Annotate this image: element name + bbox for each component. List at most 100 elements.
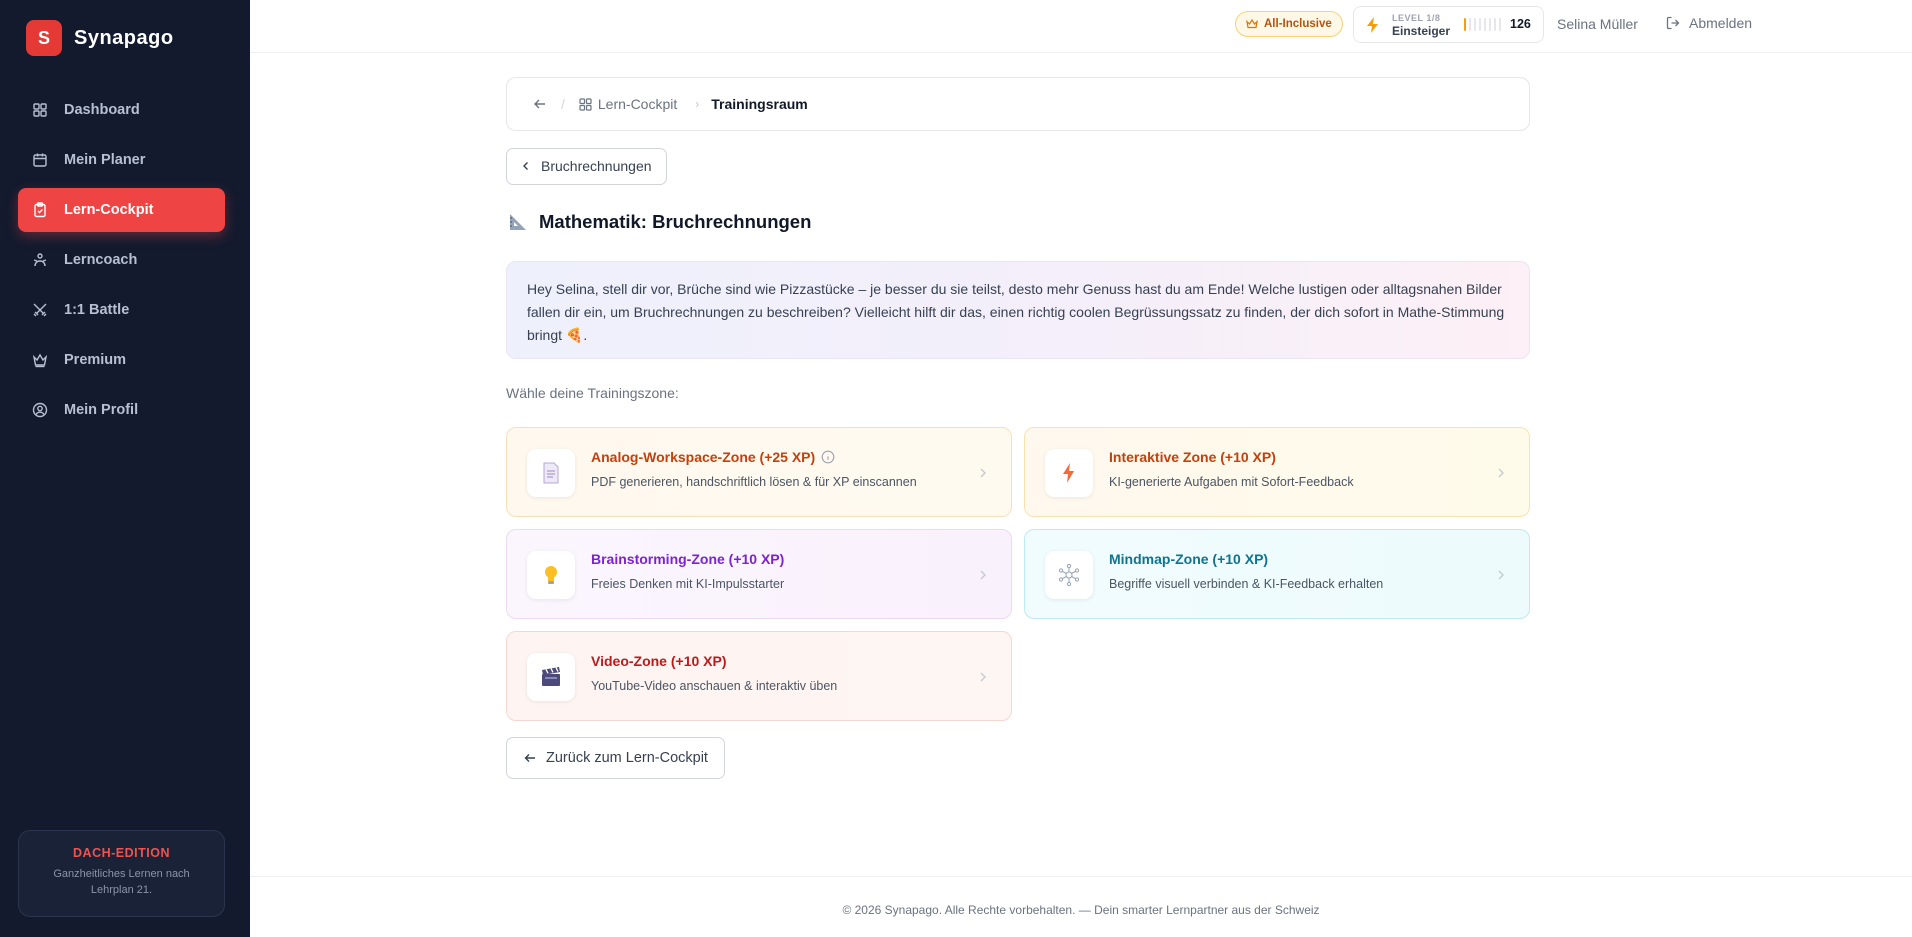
triangle-ruler-icon bbox=[510, 214, 526, 230]
crown-icon bbox=[1246, 18, 1258, 29]
breadcrumb: / Lern-Cockpit › Trainingsraum bbox=[506, 77, 1530, 131]
sidebar: S Synapago Dashboard Mein Planer Lern-Co… bbox=[0, 0, 250, 937]
icon-container bbox=[527, 653, 575, 701]
back-to-cockpit-button[interactable]: Zurück zum Lern-Cockpit bbox=[506, 737, 725, 779]
grid-icon bbox=[579, 97, 592, 111]
sidebar-item-battle[interactable]: 1:1 Battle bbox=[18, 288, 225, 332]
level-indicator[interactable]: LEVEL 1/8 Einsteiger 126 bbox=[1353, 6, 1544, 43]
logout-button[interactable]: Abmelden bbox=[1666, 15, 1752, 31]
crown-icon bbox=[32, 353, 48, 368]
zone-card-mindmap[interactable]: Mindmap-Zone (+10 XP) Begriffe visuell v… bbox=[1024, 529, 1530, 619]
chevron-right-icon bbox=[980, 672, 986, 682]
zone-description: YouTube-Video anschauen & interaktiv übe… bbox=[591, 679, 838, 693]
zone-card-brainstorming[interactable]: Brainstorming-Zone (+10 XP) Freies Denke… bbox=[506, 529, 1012, 619]
plan-badge-label: All-Inclusive bbox=[1264, 18, 1332, 30]
plan-badge[interactable]: All-Inclusive bbox=[1235, 11, 1343, 37]
icon-container bbox=[1045, 449, 1093, 497]
sidebar-item-premium[interactable]: Premium bbox=[18, 338, 225, 382]
sidebar-item-label: Premium bbox=[64, 352, 127, 368]
sidebar-nav: Dashboard Mein Planer Lern-Cockpit Lernc… bbox=[18, 88, 225, 438]
document-icon bbox=[543, 462, 559, 484]
zone-title: Video-Zone (+10 XP) bbox=[591, 653, 727, 669]
level-progress-segment bbox=[1474, 18, 1476, 31]
topic-button-label: Bruchrechnungen bbox=[541, 158, 652, 174]
breadcrumb-divider: / bbox=[561, 96, 565, 112]
lightning-icon bbox=[1367, 17, 1378, 33]
calendar-icon bbox=[33, 153, 47, 167]
chevron-right-icon bbox=[980, 468, 986, 478]
level-progress-segment bbox=[1484, 18, 1486, 31]
zone-description: Freies Denken mit KI-Impulsstarter bbox=[591, 577, 785, 591]
clipboard-icon bbox=[34, 202, 46, 218]
arrow-left-icon[interactable] bbox=[533, 97, 547, 111]
xp-count: 126 bbox=[1510, 17, 1531, 31]
icon-container bbox=[527, 449, 575, 497]
sidebar-item-label: 1:1 Battle bbox=[64, 302, 130, 318]
top-header: All-Inclusive LEVEL 1/8 Einsteiger 126 S… bbox=[250, 0, 1912, 53]
level-progress-segment bbox=[1499, 18, 1501, 31]
user-name[interactable]: Selina Müller bbox=[1557, 16, 1638, 32]
level-progress bbox=[1464, 18, 1504, 31]
zone-description: PDF generieren, handschriftlich lösen & … bbox=[591, 475, 917, 489]
logout-label: Abmelden bbox=[1689, 15, 1753, 31]
info-icon[interactable] bbox=[821, 450, 835, 464]
zone-description: Begriffe visuell verbinden & KI-Feedback… bbox=[1109, 577, 1384, 591]
intro-message: Hey Selina, stell dir vor, Brüche sind w… bbox=[506, 261, 1530, 359]
lightbulb-icon bbox=[545, 566, 557, 584]
chevron-right-icon: › bbox=[695, 97, 700, 111]
page-title: Mathematik: Bruchrechnungen bbox=[508, 211, 811, 233]
user-circle-icon bbox=[32, 402, 48, 418]
lightning-icon bbox=[1063, 463, 1074, 483]
level-progress-segment bbox=[1469, 18, 1471, 31]
chevron-right-icon bbox=[1498, 570, 1504, 580]
chevron-right-icon bbox=[1498, 468, 1504, 478]
sidebar-item-lern-cockpit[interactable]: Lern-Cockpit bbox=[18, 188, 225, 232]
zone-description: KI-generierte Aufgaben mit Sofort-Feedba… bbox=[1109, 475, 1354, 489]
breadcrumb-lern-cockpit[interactable]: Lern-Cockpit bbox=[579, 96, 677, 112]
level-name: Einsteiger bbox=[1392, 24, 1451, 38]
sidebar-item-label: Dashboard bbox=[64, 102, 140, 118]
sidebar-item-planer[interactable]: Mein Planer bbox=[18, 138, 225, 182]
level-label: LEVEL 1/8 bbox=[1392, 13, 1441, 23]
sidebar-item-profil[interactable]: Mein Profil bbox=[18, 388, 225, 432]
logout-icon bbox=[1666, 16, 1680, 30]
clapperboard-icon bbox=[542, 667, 560, 686]
brand-logo: S bbox=[26, 20, 62, 56]
zone-card-interaktiv[interactable]: Interaktive Zone (+10 XP) KI-generierte … bbox=[1024, 427, 1530, 517]
edition-title: DACH-EDITION bbox=[73, 846, 170, 860]
zone-label: Wähle deine Trainingszone: bbox=[506, 385, 679, 401]
icon-container bbox=[527, 551, 575, 599]
zone-title: Analog-Workspace-Zone (+25 XP) bbox=[591, 449, 835, 465]
level-progress-segment bbox=[1464, 18, 1466, 31]
level-progress-segment bbox=[1479, 18, 1481, 31]
footer: © 2026 Synapago. Alle Rechte vorbehalten… bbox=[250, 876, 1912, 937]
zone-title: Mindmap-Zone (+10 XP) bbox=[1109, 551, 1269, 567]
level-progress-segment bbox=[1494, 18, 1496, 31]
coach-icon bbox=[33, 253, 47, 267]
breadcrumb-parent-label: Lern-Cockpit bbox=[597, 96, 678, 112]
level-progress-segment bbox=[1489, 18, 1491, 31]
chevron-left-icon bbox=[523, 162, 528, 170]
breadcrumb-current: Trainingsraum bbox=[711, 96, 808, 112]
zone-title: Interaktive Zone (+10 XP) bbox=[1109, 449, 1276, 465]
page-title-text: Mathematik: Bruchrechnungen bbox=[539, 211, 812, 232]
sidebar-item-label: Mein Planer bbox=[64, 152, 146, 168]
icon-container bbox=[1045, 551, 1093, 599]
sidebar-item-label: Mein Profil bbox=[64, 402, 139, 418]
zone-title: Brainstorming-Zone (+10 XP) bbox=[591, 551, 785, 567]
sidebar-item-lerncoach[interactable]: Lerncoach bbox=[18, 238, 225, 282]
dashboard-icon bbox=[33, 103, 47, 117]
arrow-left-icon bbox=[524, 754, 535, 762]
back-button-label: Zurück zum Lern-Cockpit bbox=[546, 750, 708, 766]
brand-name: Synapago bbox=[74, 26, 174, 49]
zone-card-video[interactable]: Video-Zone (+10 XP) YouTube-Video anscha… bbox=[506, 631, 1012, 721]
sidebar-item-label: Lerncoach bbox=[64, 252, 138, 268]
footer-text: © 2026 Synapago. Alle Rechte vorbehalten… bbox=[842, 903, 1320, 917]
swords-icon bbox=[33, 303, 47, 317]
brand[interactable]: S Synapago bbox=[26, 20, 174, 56]
topic-button[interactable]: Bruchrechnungen bbox=[506, 148, 667, 185]
sidebar-item-dashboard[interactable]: Dashboard bbox=[18, 88, 225, 132]
sidebar-item-label: Lern-Cockpit bbox=[64, 202, 154, 218]
zone-card-analog[interactable]: Analog-Workspace-Zone (+25 XP) PDF gener… bbox=[506, 427, 1012, 517]
chevron-right-icon bbox=[980, 570, 986, 580]
